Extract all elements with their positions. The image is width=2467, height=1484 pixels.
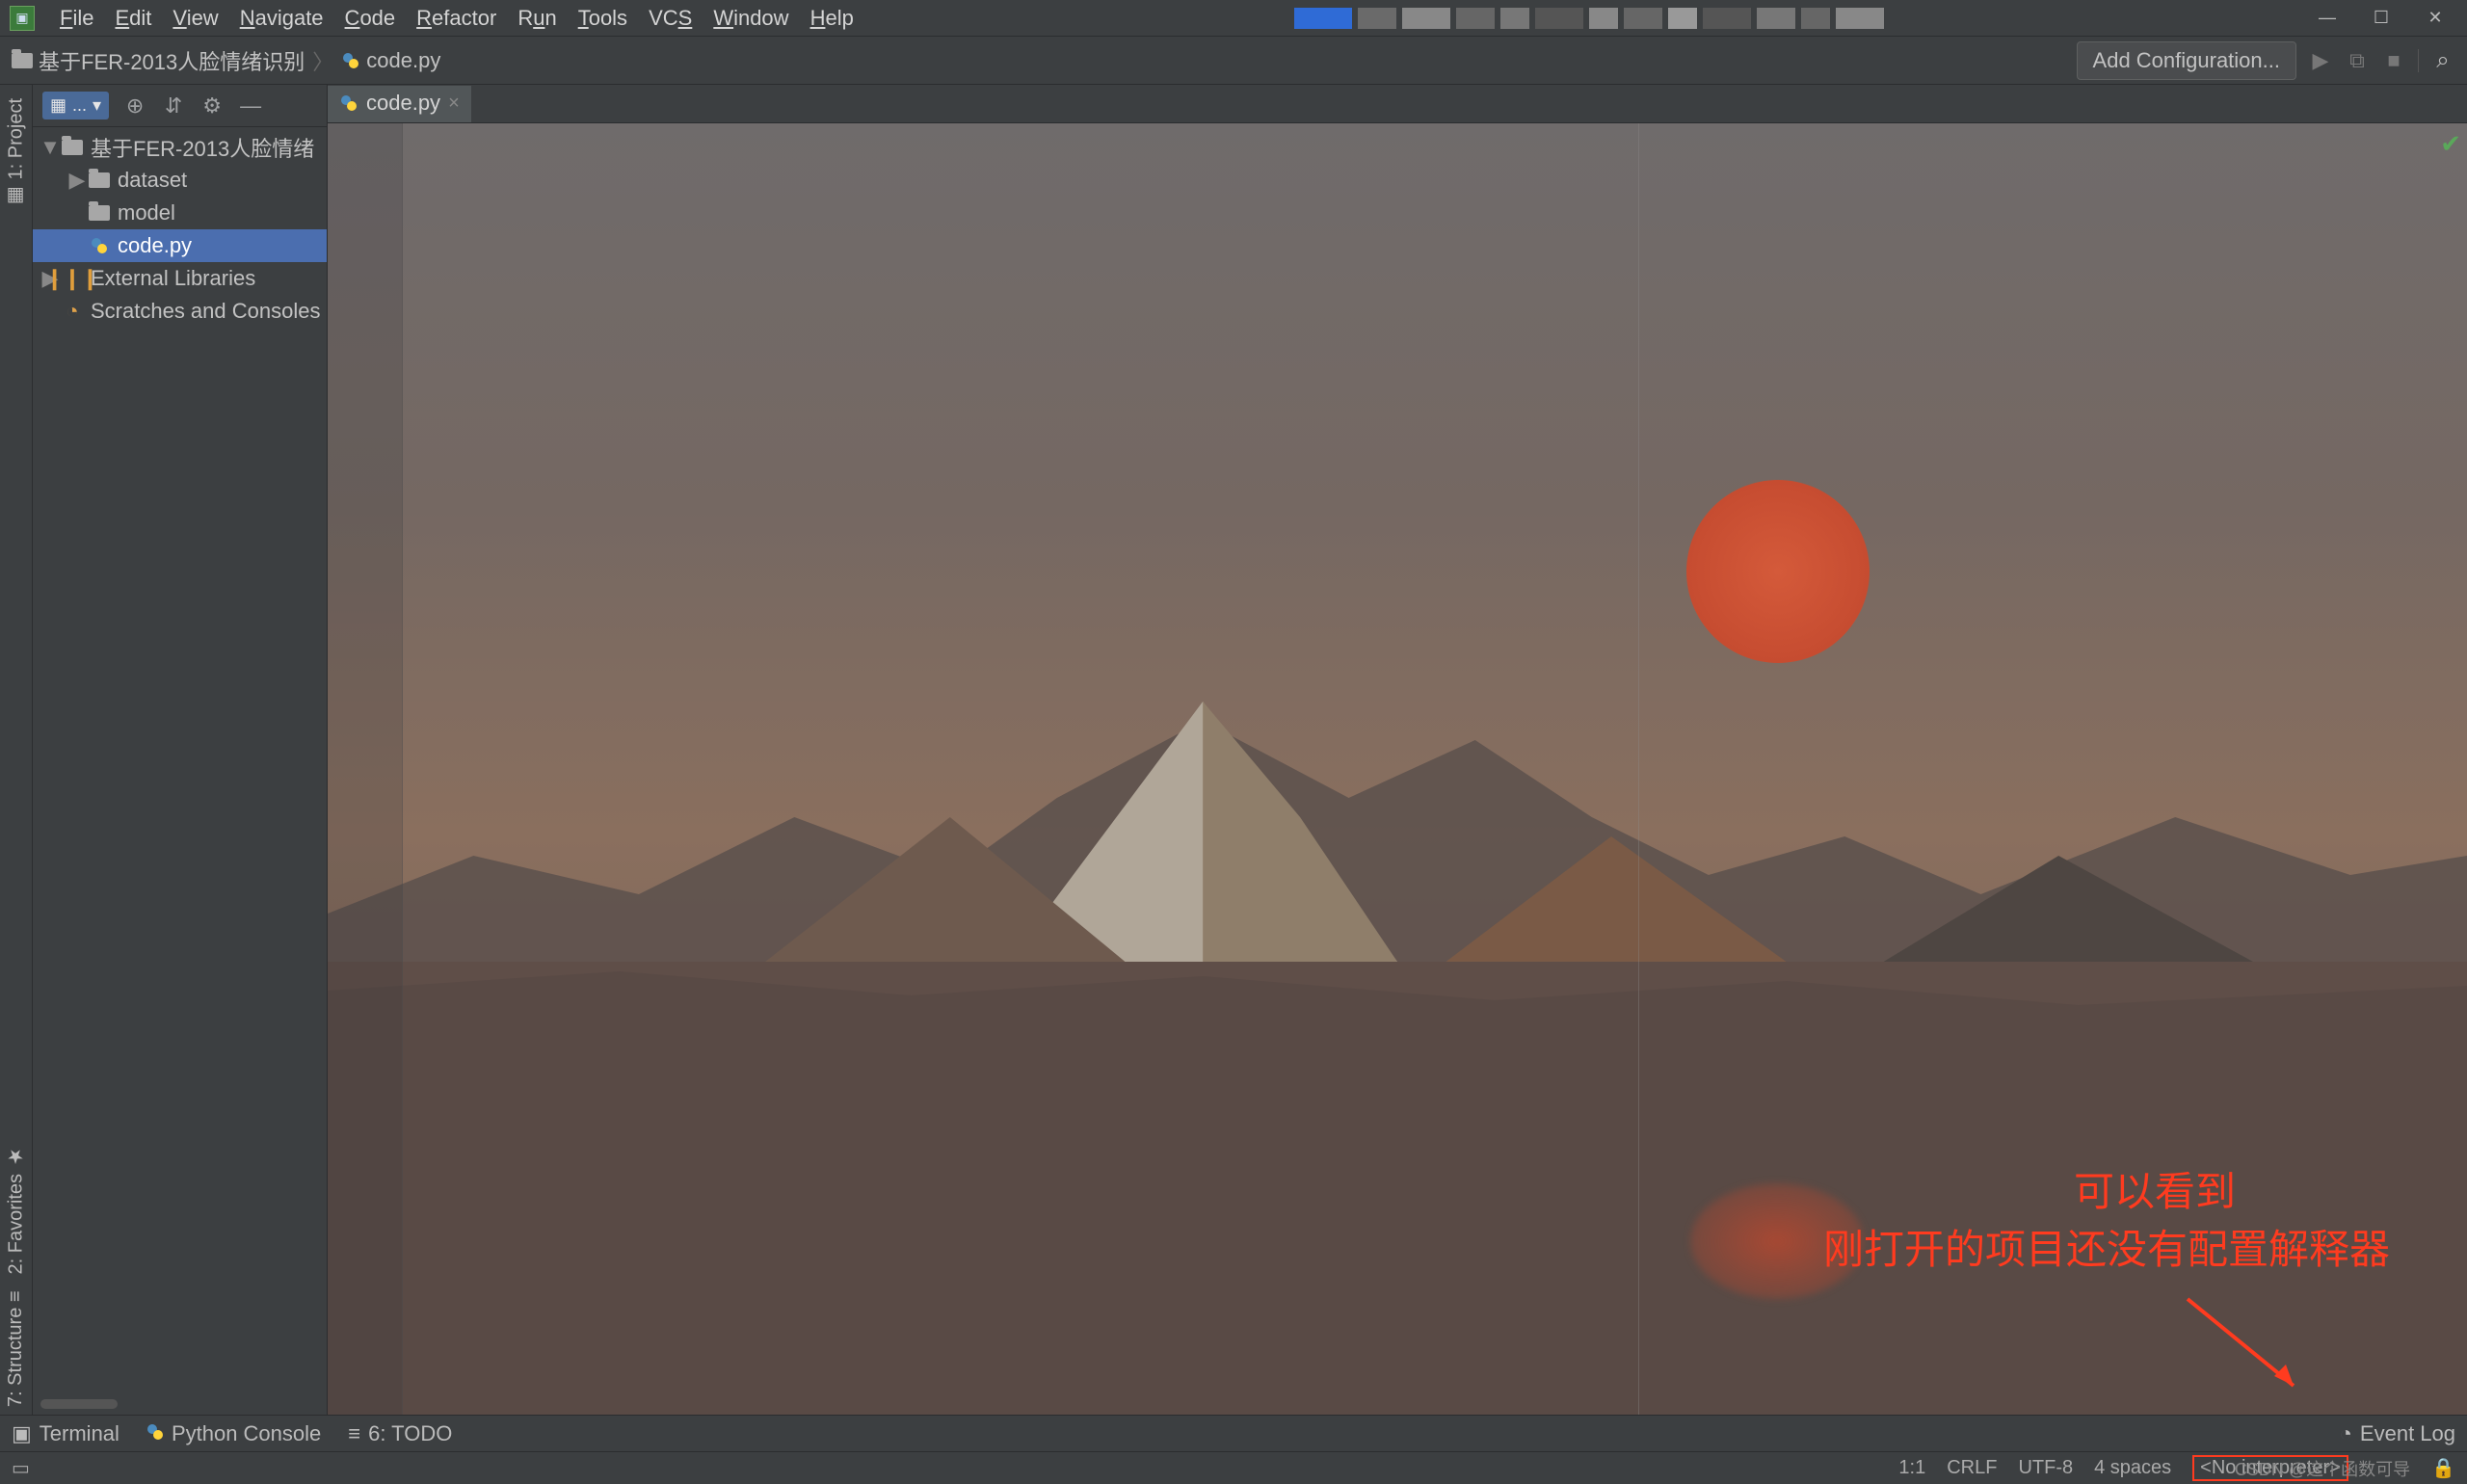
horizontal-scrollbar[interactable]: [40, 1399, 118, 1409]
scratch-icon: ◔: [60, 299, 85, 324]
annotation-arrow: [2178, 1289, 2313, 1405]
breadcrumb-root-label: 基于FER-2013人脸情绪识别: [39, 45, 305, 76]
close-icon[interactable]: ×: [448, 93, 460, 115]
project-panel: ▦ ... ▾ ⊕ ⇵ ⚙ — ▼ 基于FER-2013人脸情绪 ▶ datas…: [33, 85, 328, 1415]
breadcrumb-separator: 〉: [312, 45, 333, 76]
status-line-sep[interactable]: CRLF: [1947, 1457, 1997, 1479]
search-icon[interactable]: ⌕: [2430, 48, 2455, 73]
folder-icon: [60, 140, 85, 155]
tool-structure[interactable]: 7: Structure≡: [5, 1283, 27, 1415]
collapse-icon[interactable]: ⇵: [161, 93, 186, 119]
menu-run[interactable]: Run: [508, 2, 566, 35]
project-panel-header: ▦ ... ▾ ⊕ ⇵ ⚙ —: [33, 85, 327, 127]
app-icon: ▣: [10, 6, 35, 31]
folder-icon: [87, 172, 112, 188]
folder-icon: [12, 53, 33, 68]
menu-navigate[interactable]: Navigate: [230, 2, 333, 35]
tool-python-console[interactable]: Python Console: [146, 1421, 321, 1446]
tool-event-log[interactable]: ◔Event Log: [2340, 1421, 2455, 1446]
status-encoding[interactable]: UTF-8: [2018, 1457, 2073, 1479]
editor-area: code.py ×: [328, 85, 2467, 1415]
chevron-right-icon: ▶: [67, 168, 87, 193]
menu-tools[interactable]: Tools: [569, 2, 637, 35]
status-indent[interactable]: 4 spaces: [2094, 1457, 2171, 1479]
menu-window[interactable]: Window: [703, 2, 798, 35]
tree-external-libs[interactable]: ▶ ❙❙❙ External Libraries: [33, 262, 327, 295]
titlebar: ▣ File Edit View Navigate Code Refactor …: [0, 0, 2467, 37]
main-menu: File Edit View Navigate Code Refactor Ru…: [50, 2, 863, 35]
inspection-ok-icon[interactable]: ✔: [2440, 129, 2461, 159]
todo-icon: ≡: [348, 1421, 360, 1446]
editor-gutter: [328, 123, 403, 1415]
breadcrumb: 基于FER-2013人脸情绪识别 〉 code.py: [12, 45, 440, 76]
status-bar: ▭ 1:1 CRLF UTF-8 4 spaces <No interprete…: [0, 1451, 2467, 1484]
tree-item-dataset[interactable]: ▶ dataset: [33, 164, 327, 197]
terminal-icon: ▣: [12, 1421, 32, 1446]
tree-root[interactable]: ▼ 基于FER-2013人脸情绪: [33, 131, 327, 164]
folder-icon: [87, 205, 112, 221]
editor-tabs: code.py ×: [328, 85, 2467, 123]
close-button[interactable]: ✕: [2423, 6, 2448, 31]
tool-project[interactable]: ▦1: Project: [5, 91, 28, 216]
editor-background: [328, 123, 2467, 1415]
tool-favorites[interactable]: 2: Favorites★: [5, 1137, 28, 1282]
csdn-watermark: CSDN @这个函数可导: [2235, 1456, 2410, 1481]
maximize-button[interactable]: ☐: [2369, 6, 2394, 31]
python-icon: [341, 51, 360, 70]
python-icon: [87, 237, 112, 254]
left-tool-strip: ▦1: Project 2: Favorites★ 7: Structure≡: [0, 85, 33, 1415]
tree-item-model[interactable]: model: [33, 197, 327, 229]
annotation-line1: 可以看到: [2074, 1164, 2236, 1221]
debug-icon[interactable]: ⧉: [2345, 48, 2370, 73]
menu-view[interactable]: View: [163, 2, 227, 35]
menu-refactor[interactable]: Refactor: [407, 2, 506, 35]
menu-vcs[interactable]: VCS: [639, 2, 702, 35]
chevron-down-icon: ▼: [40, 135, 60, 160]
status-lock-icon[interactable]: 🔒: [2431, 1456, 2455, 1480]
menu-file[interactable]: File: [50, 2, 103, 35]
tool-terminal[interactable]: ▣Terminal: [12, 1421, 119, 1446]
bottom-tool-strip: ▣Terminal Python Console ≡6: TODO ◔Event…: [0, 1415, 2467, 1451]
python-icon: [146, 1421, 164, 1446]
python-icon: [339, 93, 358, 113]
status-position[interactable]: 1:1: [1898, 1457, 1925, 1479]
library-icon: ❙❙❙: [60, 266, 85, 291]
project-tree: ▼ 基于FER-2013人脸情绪 ▶ dataset model code.py…: [33, 127, 327, 1393]
project-selector[interactable]: ▦ ... ▾: [42, 92, 109, 119]
add-configuration-button[interactable]: Add Configuration...: [2077, 41, 2296, 80]
editor-body[interactable]: ✔ 可以看到 刚打开的项目还没有配置解释器: [328, 123, 2467, 1415]
breadcrumb-file[interactable]: code.py: [341, 48, 440, 73]
menu-code[interactable]: Code: [335, 2, 406, 35]
minimize-button[interactable]: —: [2315, 6, 2340, 31]
menu-edit[interactable]: Edit: [105, 2, 161, 35]
stop-icon[interactable]: ■: [2381, 48, 2406, 73]
run-icon[interactable]: ▶: [2308, 48, 2333, 73]
editor-tab-code[interactable]: code.py ×: [328, 86, 471, 122]
annotation-line2: 刚打开的项目还没有配置解释器: [1823, 1222, 2390, 1279]
event-log-icon: ◔: [2340, 1421, 2352, 1446]
target-icon[interactable]: ⊕: [122, 93, 147, 119]
navigation-bar: 基于FER-2013人脸情绪识别 〉 code.py Add Configura…: [0, 37, 2467, 85]
title-blur: [863, 8, 2315, 29]
tree-scratches[interactable]: ◔ Scratches and Consoles: [33, 295, 327, 328]
tool-todo[interactable]: ≡6: TODO: [348, 1421, 452, 1446]
hide-icon[interactable]: —: [238, 93, 263, 119]
menu-help[interactable]: Help: [801, 2, 863, 35]
breadcrumb-root[interactable]: 基于FER-2013人脸情绪识别: [12, 45, 305, 76]
breadcrumb-file-label: code.py: [366, 48, 440, 73]
status-rect-icon[interactable]: ▭: [12, 1456, 30, 1480]
settings-icon[interactable]: ⚙: [199, 93, 225, 119]
tree-item-code[interactable]: code.py: [33, 229, 327, 262]
